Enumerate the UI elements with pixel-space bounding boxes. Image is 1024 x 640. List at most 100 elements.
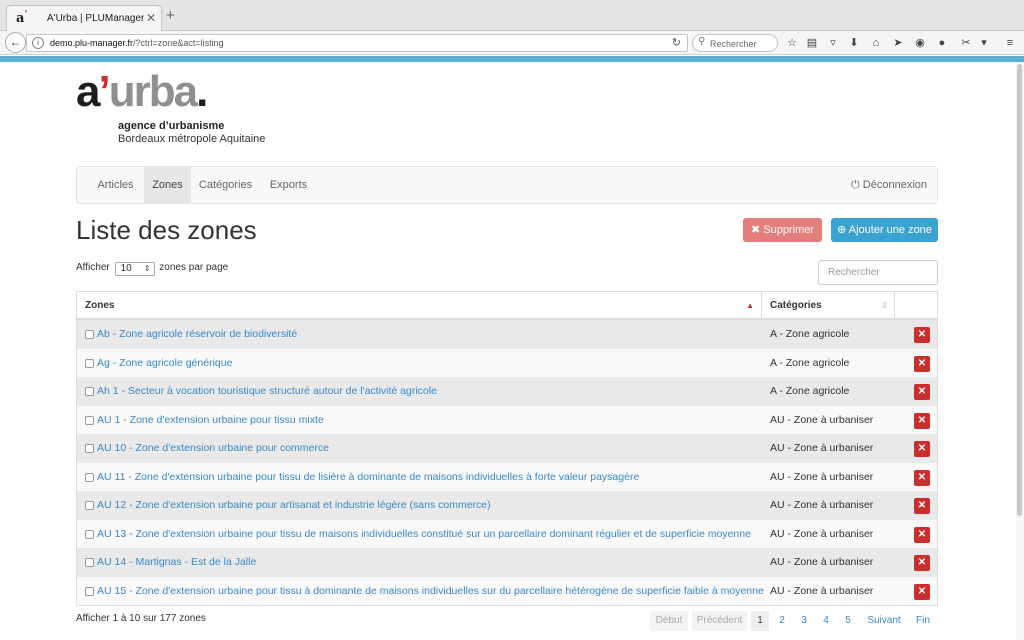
tab-title: A'Urba | PLUManager: [47, 13, 145, 24]
url-bar[interactable]: i demo.plu-manager.fr/?ctrl=zone&act=lis…: [26, 34, 688, 52]
pocket-icon[interactable]: ▿: [825, 35, 841, 51]
row-delete-button[interactable]: ✕: [914, 384, 930, 400]
send-icon[interactable]: ➤: [890, 35, 906, 51]
close-tab-icon[interactable]: ✕: [146, 11, 156, 25]
zone-link[interactable]: AU 12 - Zone d'extension urbaine pour ar…: [97, 499, 491, 511]
add-zone-button-label: Ajouter une zone: [848, 224, 932, 236]
power-icon: ⏻: [851, 179, 860, 191]
aurba-logo: a’urba. agence d’urbanisme Bordeaux métr…: [76, 68, 296, 148]
row-checkbox[interactable]: [85, 501, 94, 510]
zone-link[interactable]: AU 11 - Zone d'extension urbaine pour ti…: [97, 471, 639, 483]
info-icon[interactable]: i: [32, 37, 44, 49]
row-delete-button[interactable]: ✕: [914, 498, 930, 514]
category-cell: AU - Zone à urbaniser: [770, 556, 874, 568]
page-length-select[interactable]: 10 ⇕: [114, 262, 155, 276]
reading-list-icon[interactable]: ▤: [804, 35, 820, 51]
bookmark-star-icon[interactable]: ☆: [784, 35, 800, 51]
browser-tab[interactable]: a’ A'Urba | PLUManager ✕: [6, 5, 162, 32]
new-tab-icon[interactable]: +: [166, 7, 175, 24]
table-search-input[interactable]: Rechercher: [818, 260, 938, 285]
category-cell: A - Zone agricole: [770, 385, 850, 397]
row-checkbox[interactable]: [85, 330, 94, 339]
category-cell: AU - Zone à urbaniser: [770, 442, 874, 454]
zones-table: Zones ▲ Catégories ⇳ Ab - Zone agricole ré…: [76, 291, 938, 606]
nav-item-zones[interactable]: Zones: [144, 167, 191, 204]
category-cell: AU - Zone à urbaniser: [770, 470, 874, 483]
row-checkbox[interactable]: [85, 472, 94, 482]
hamburger-menu-icon[interactable]: ≡: [1002, 35, 1018, 51]
column-header-zones[interactable]: Zones ▲: [77, 292, 762, 319]
logo-subtitle: Bordeaux métropole Aquitaine: [118, 133, 266, 145]
table-info: Afficher 1 à 10 sur 177 zones: [76, 613, 206, 624]
row-delete-button[interactable]: ✕: [914, 412, 930, 429]
back-arrow-icon[interactable]: ←: [5, 32, 26, 53]
logout-label: Déconnexion: [862, 179, 927, 191]
tools-icon[interactable]: ✂: [958, 35, 974, 51]
logout-link[interactable]: ⏻ Déconnexion: [851, 167, 927, 204]
category-cell: A - Zone agricole: [770, 328, 850, 340]
pager-page[interactable]: 5: [839, 611, 857, 631]
header-categories-label: Catégories: [770, 300, 822, 311]
table-row: AU 10 - Zone d'extension urbaine pour co…: [77, 434, 937, 463]
browser-toolbar: ☆ ▤ ▿ ⬇ ⌂ ➤ ◉ ● ✂ ▾ ≡: [784, 35, 1020, 51]
zone-link[interactable]: Ag - Zone agricole générique: [97, 357, 232, 369]
scrollbar-thumb[interactable]: [1017, 64, 1022, 516]
column-header-categories[interactable]: Catégories ⇳: [762, 292, 895, 319]
row-checkbox[interactable]: [85, 444, 94, 453]
home-icon[interactable]: ⌂: [868, 35, 884, 51]
url-text: demo.plu-manager.fr/?ctrl=zone&act=listi…: [50, 38, 224, 48]
row-delete-button[interactable]: ✕: [914, 583, 930, 600]
page-title: Liste des zones: [76, 215, 257, 245]
row-checkbox[interactable]: [85, 387, 94, 396]
row-delete-button[interactable]: ✕: [914, 469, 930, 486]
length-suffix: zones par page: [159, 262, 229, 273]
zone-link[interactable]: AU 15 - Zone d'extension urbaine pour ti…: [97, 585, 764, 597]
row-checkbox[interactable]: [85, 558, 94, 567]
category-cell: AU - Zone à urbaniser: [770, 584, 874, 597]
length-prefix: Afficher: [76, 262, 110, 273]
category-cell: AU - Zone à urbaniser: [770, 527, 874, 540]
zone-link[interactable]: Ab - Zone agricole réservoir de biodiver…: [97, 328, 297, 340]
nav-item-exports[interactable]: Exports: [260, 167, 317, 204]
chevron-down-icon[interactable]: ▾: [976, 35, 992, 51]
row-delete-button[interactable]: ✕: [914, 327, 930, 343]
pager-next[interactable]: Suivant: [862, 611, 906, 631]
pager-page[interactable]: 4: [817, 611, 835, 631]
row-delete-button[interactable]: ✕: [914, 355, 930, 372]
zone-link[interactable]: AU 10 - Zone d'extension urbaine pour co…: [97, 442, 329, 454]
add-zone-button[interactable]: ⊕ Ajouter une zone: [831, 218, 938, 242]
pager-page[interactable]: 3: [795, 611, 813, 631]
pager-previous[interactable]: Précédent: [692, 611, 747, 631]
browser-search-bar[interactable]: ⚲ Rechercher: [692, 34, 778, 52]
row-checkbox[interactable]: [85, 415, 94, 425]
browser-tabbar: a’ A'Urba | PLUManager ✕ +: [0, 0, 1024, 32]
delete-button[interactable]: ✖ Supprimer: [743, 218, 822, 242]
chat-icon[interactable]: ●: [934, 35, 950, 51]
row-delete-button[interactable]: ✕: [914, 526, 930, 543]
zone-link[interactable]: AU 13 - Zone d'extension urbaine pour ti…: [97, 528, 751, 540]
extension-icon[interactable]: ◉: [912, 35, 928, 51]
pager-page[interactable]: 2: [773, 611, 791, 631]
table-row: AU 13 - Zone d'extension urbaine pour ti…: [77, 519, 937, 548]
table-row: AU 12 - Zone d'extension urbaine pour ar…: [77, 491, 937, 520]
row-checkbox[interactable]: [85, 529, 94, 539]
pager-last[interactable]: Fin: [910, 611, 936, 631]
nav-item-categories[interactable]: Catégories: [191, 167, 260, 204]
row-checkbox[interactable]: [85, 586, 94, 596]
zone-link[interactable]: AU 14 - Martignas - Est de la Jalle: [97, 556, 256, 568]
table-row: AU 15 - Zone d'extension urbaine pour ti…: [77, 576, 937, 605]
browser-search-placeholder: Rechercher: [710, 39, 757, 49]
pager-first[interactable]: Début: [650, 611, 688, 631]
nav-item-articles[interactable]: Articles: [87, 167, 144, 204]
row-delete-button[interactable]: ✕: [914, 555, 930, 571]
row-delete-button[interactable]: ✕: [914, 441, 930, 457]
pager-page[interactable]: 1: [751, 611, 769, 631]
download-icon[interactable]: ⬇: [846, 35, 862, 51]
row-checkbox[interactable]: [85, 358, 94, 368]
zone-link[interactable]: Ah 1 - Secteur à vocation touristique st…: [97, 385, 437, 397]
reload-icon[interactable]: ↻: [672, 36, 681, 49]
search-icon: ⚲: [698, 36, 706, 47]
favicon-icon: a’: [16, 10, 28, 26]
zone-link[interactable]: AU 1 - Zone d'extension urbaine pour tis…: [97, 414, 324, 426]
category-cell: A - Zone agricole: [770, 356, 850, 369]
